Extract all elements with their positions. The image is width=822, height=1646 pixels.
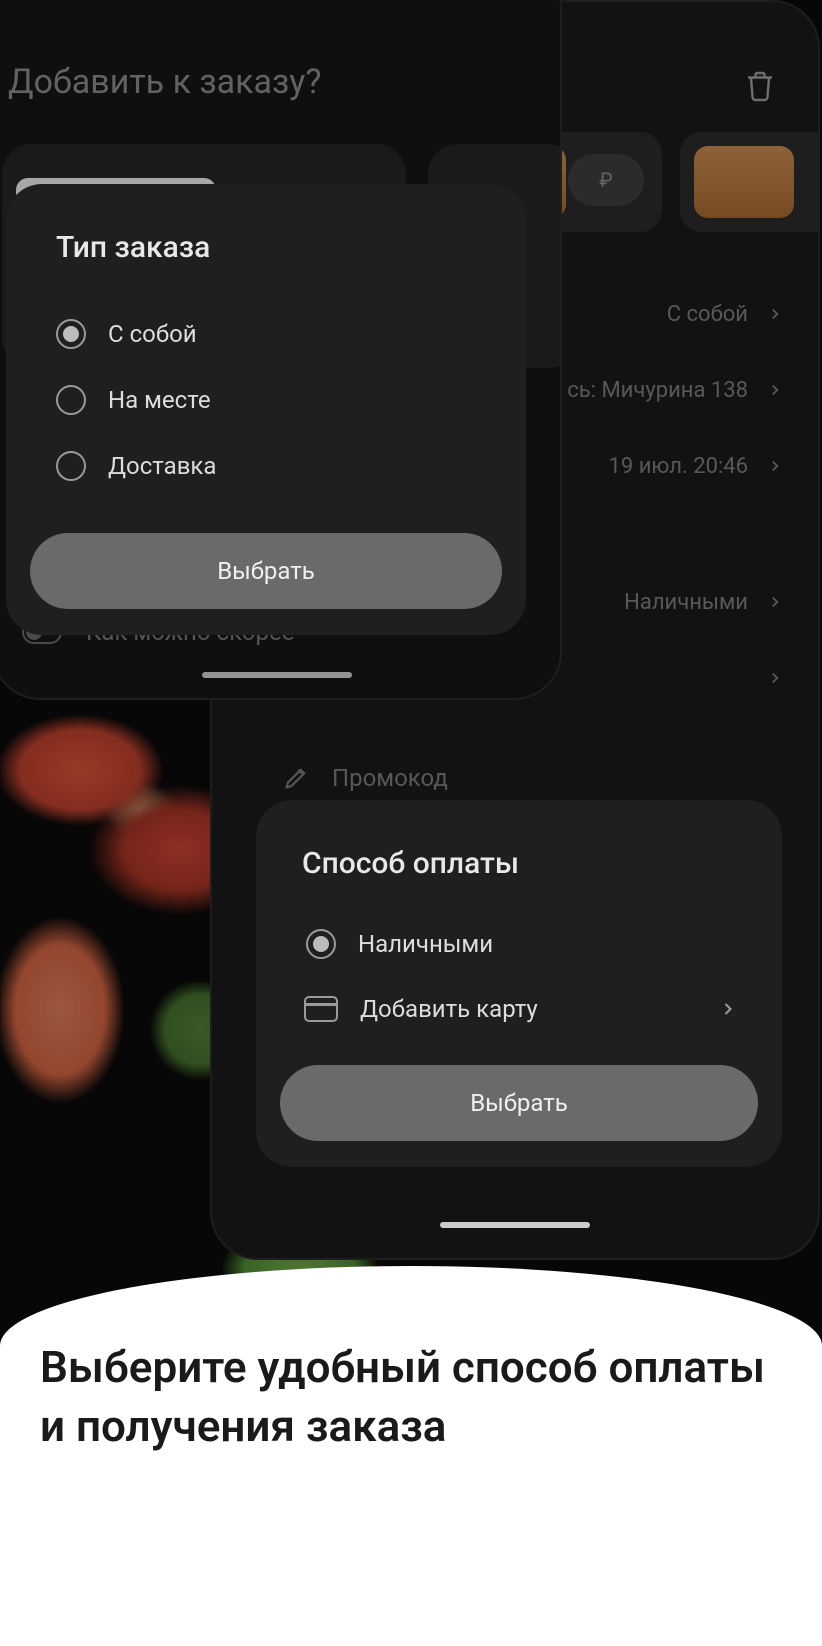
option-label: Наличными: [358, 930, 493, 958]
option-label: С собой: [108, 320, 197, 348]
radio-icon: [56, 319, 86, 349]
addon-image: [694, 146, 794, 218]
promo-row[interactable]: Промокод: [212, 716, 818, 792]
onboarding-headline: Выберите удобный способ оплаты и получен…: [40, 1338, 782, 1457]
order-type-option-takeaway[interactable]: С собой: [30, 301, 502, 367]
order-type-option-onsite[interactable]: На месте: [30, 367, 502, 433]
home-indicator: [202, 672, 352, 678]
currency-symbol: ₽: [599, 168, 612, 192]
addon-card[interactable]: [680, 132, 818, 232]
payment-value: Наличными: [624, 590, 748, 615]
radio-icon: [56, 385, 86, 415]
option-label: На месте: [108, 386, 211, 414]
card-icon: [304, 996, 338, 1022]
promo-label: Промокод: [332, 764, 448, 792]
order-type-option-delivery[interactable]: Доставка: [30, 433, 502, 499]
radio-icon: [56, 451, 86, 481]
payment-method-modal: Способ оплаты Наличными Добавить карту В…: [256, 800, 782, 1167]
payment-option-add-card[interactable]: Добавить карту: [280, 977, 758, 1041]
chevron-right-icon: [766, 305, 784, 323]
select-button[interactable]: Выбрать: [30, 533, 502, 609]
chevron-right-icon: [766, 381, 784, 399]
payment-modal-title: Способ оплаты: [280, 846, 758, 881]
address-value: сь: Мичурина 138: [567, 378, 748, 403]
order-type-modal-title: Тип заказа: [30, 230, 502, 265]
home-indicator: [440, 1222, 590, 1228]
select-button[interactable]: Выбрать: [280, 1065, 758, 1141]
chevron-right-icon: [766, 593, 784, 611]
onboarding-caption-card: Выберите удобный способ оплаты и получен…: [0, 1266, 822, 1646]
order-type-value: С собой: [667, 302, 748, 327]
pencil-icon: [282, 764, 310, 792]
chevron-right-icon: [766, 457, 784, 475]
option-label: Доставка: [108, 452, 216, 480]
payment-option-cash[interactable]: Наличными: [280, 911, 758, 977]
chevron-right-icon: [718, 999, 738, 1019]
datetime-value: 19 июл. 20:46: [609, 454, 748, 479]
order-type-modal: Тип заказа С собой На месте Доставка Выб…: [6, 184, 526, 635]
trash-icon[interactable]: [742, 67, 778, 103]
radio-icon: [306, 929, 336, 959]
add-to-order-title: Добавить к заказу?: [0, 0, 560, 102]
addon-price-badge: ₽: [568, 154, 644, 206]
chevron-right-icon: [766, 669, 784, 687]
option-label: Добавить карту: [360, 995, 538, 1023]
